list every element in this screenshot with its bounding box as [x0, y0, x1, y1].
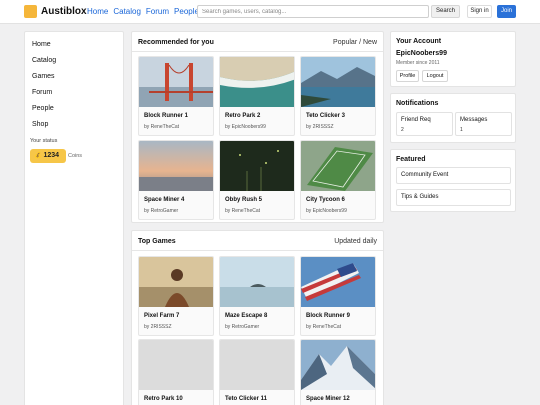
game-title: Retro Park 10 [144, 396, 183, 402]
game-card[interactable]: Space Miner 4 by RetroGamer [138, 140, 214, 220]
game-card[interactable]: Maze Escape 8 by RetroGamer [219, 256, 295, 336]
game-thumbnail-placeholder [139, 340, 213, 390]
game-card[interactable]: Teto Clicker 3 by 2RISSSZ [300, 56, 376, 136]
sidebar-item-home[interactable]: Home [32, 40, 51, 49]
game-title: Block Runner 9 [306, 313, 351, 319]
game-thumbnail [301, 141, 375, 191]
sidebar-item-games[interactable]: Games [32, 72, 55, 81]
game-author[interactable]: by RetroGamer [225, 324, 259, 330]
game-thumbnail [139, 141, 213, 191]
recommended-meta[interactable]: Popular / New [333, 39, 377, 46]
game-title: Teto Clicker 11 [225, 396, 267, 402]
brand-name[interactable]: Austiblox [41, 5, 87, 18]
game-card[interactable]: Space Miner 12 [300, 339, 376, 405]
game-title: Maze Escape 8 [225, 313, 268, 319]
game-author[interactable]: by RetroGamer [144, 208, 178, 214]
logo-icon[interactable] [24, 5, 37, 18]
game-thumbnail [301, 257, 375, 307]
notifications-title: Notifications [396, 100, 439, 107]
game-title: Retro Park 2 [225, 113, 261, 119]
friend-requests-label: Friend Req [401, 117, 431, 123]
notifications-panel: Notifications Friend Req 2 Messages 1 [390, 93, 516, 143]
coins-value: 1234 [43, 152, 60, 159]
game-title: Pixel Farm 7 [144, 313, 180, 319]
featured-panel: Featured Community Event Tips & Guides [390, 149, 516, 212]
friend-requests-count: 2 [401, 127, 404, 133]
main-nav: Home Catalog Forum People [87, 7, 199, 17]
recommended-title: Recommended for you [138, 39, 214, 46]
game-thumbnail [139, 57, 213, 107]
game-title: Block Runner 1 [144, 113, 189, 119]
top-bar: Austiblox Home Catalog Forum People Sear… [0, 0, 540, 24]
status-label: Your status [30, 138, 58, 144]
game-title: Space Miner 4 [144, 197, 185, 203]
featured-tips-guides[interactable]: Tips & Guides [396, 189, 511, 206]
top-games-panel: Top Games Updated daily Pixel Farm 7 by … [131, 230, 384, 405]
game-card[interactable]: Retro Park 2 by EpicNoobers99 [219, 56, 295, 136]
game-title: City Tycoon 6 [306, 197, 345, 203]
game-thumbnail [220, 141, 294, 191]
join-button[interactable]: Join [497, 5, 516, 18]
game-thumbnail-placeholder [220, 340, 294, 390]
divider [132, 250, 383, 251]
game-card[interactable]: Obby Rush 5 by ReneTheCat [219, 140, 295, 220]
game-title: Space Miner 12 [306, 396, 350, 402]
logout-button[interactable]: Logout [422, 70, 448, 82]
sidebar: Home Catalog Games Forum People Shop You… [24, 31, 124, 405]
recommended-panel: Recommended for you Popular / New Block … [131, 31, 384, 223]
game-card[interactable]: Pixel Farm 7 by 2RISSSZ [138, 256, 214, 336]
game-card[interactable]: Retro Park 10 [138, 339, 214, 405]
game-author[interactable]: by EpicNoobers99 [225, 124, 266, 130]
game-thumbnail [220, 57, 294, 107]
nav-home[interactable]: Home [87, 7, 108, 17]
game-author[interactable]: by 2RISSSZ [144, 324, 172, 330]
game-card[interactable]: Block Runner 1 by ReneTheCat [138, 56, 214, 136]
top-games-title: Top Games [138, 238, 176, 245]
sidebar-item-people[interactable]: People [32, 104, 54, 113]
game-thumbnail [301, 57, 375, 107]
game-author[interactable]: by ReneTheCat [225, 208, 260, 214]
account-title: Your Account [396, 38, 442, 45]
featured-title: Featured [396, 156, 426, 163]
game-card[interactable]: City Tycoon 6 by EpicNoobers99 [300, 140, 376, 220]
divider [132, 51, 383, 52]
search-button[interactable]: Search [431, 5, 460, 18]
coins-label: Coins [68, 153, 83, 159]
search-input[interactable] [197, 5, 429, 18]
coin-icon: 💰 [34, 153, 42, 159]
nav-people[interactable]: People [174, 7, 199, 17]
game-thumbnail [139, 257, 213, 307]
sidebar-item-shop[interactable]: Shop [32, 120, 48, 129]
nav-forum[interactable]: Forum [146, 7, 169, 17]
account-panel: Your Account EpicNoobers99 Member since … [390, 31, 516, 87]
profile-button[interactable]: Profile [396, 70, 419, 82]
sidebar-item-forum[interactable]: Forum [32, 88, 52, 97]
sidebar-item-catalog[interactable]: Catalog [32, 56, 56, 65]
game-thumbnail [301, 340, 375, 390]
username[interactable]: EpicNoobers99 [396, 50, 447, 57]
featured-community-event[interactable]: Community Event [396, 167, 511, 184]
messages-label: Messages [460, 117, 488, 123]
nav-catalog[interactable]: Catalog [113, 7, 141, 17]
game-author[interactable]: by ReneTheCat [306, 324, 341, 330]
friend-requests[interactable]: Friend Req 2 [396, 112, 453, 136]
game-title: Obby Rush 5 [225, 197, 263, 203]
game-author[interactable]: by ReneTheCat [144, 124, 179, 130]
member-since: Member since 2011 [396, 60, 440, 66]
sign-in-button[interactable]: Sign in [467, 5, 492, 18]
game-author[interactable]: by 2RISSSZ [306, 124, 334, 130]
game-card[interactable]: Teto Clicker 11 [219, 339, 295, 405]
game-title: Teto Clicker 3 [306, 113, 345, 119]
coins-badge: 💰 1234 [30, 149, 66, 163]
top-games-meta: Updated daily [334, 238, 377, 245]
game-thumbnail [220, 257, 294, 307]
game-author[interactable]: by EpicNoobers99 [306, 208, 347, 214]
messages-count: 1 [460, 127, 463, 133]
messages[interactable]: Messages 1 [455, 112, 512, 136]
game-card[interactable]: Block Runner 9 by ReneTheCat [300, 256, 376, 336]
